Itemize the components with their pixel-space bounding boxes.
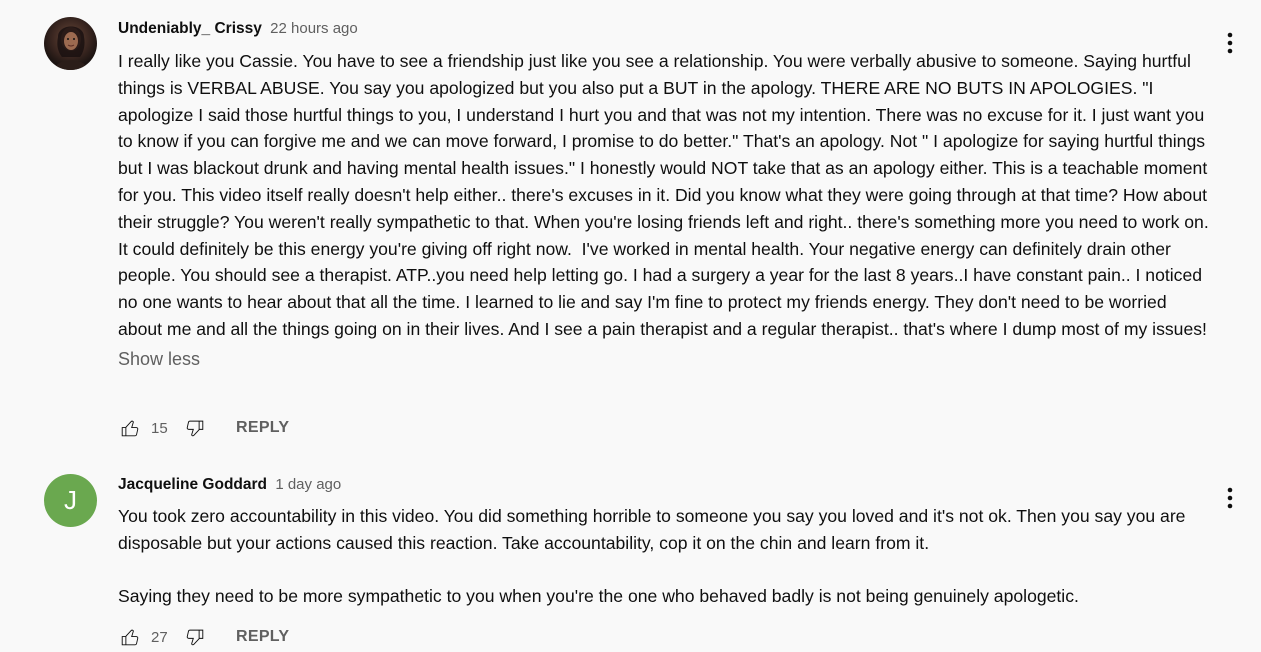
comments-section: Undeniably_ Crissy 22 hours ago I really…: [0, 0, 1261, 652]
comment-text: I really like you Cassie. You have to se…: [118, 51, 1214, 339]
thumb-up-icon[interactable]: [118, 416, 142, 440]
thumb-up-icon[interactable]: [118, 625, 142, 649]
comment-header: Undeniably_ Crissy 22 hours ago: [118, 18, 1213, 40]
thumb-down-icon[interactable]: [183, 416, 207, 440]
show-less-button[interactable]: Show less: [118, 347, 200, 371]
avatar-letter: J: [64, 485, 77, 515]
comment-text: You took zero accountability in this vid…: [118, 506, 1186, 607]
more-vert-icon[interactable]: [1218, 30, 1242, 56]
comment-action-bar: 15 REPLY: [118, 416, 289, 440]
comment-body: Undeniably_ Crissy 22 hours ago I really…: [118, 18, 1213, 371]
comment-body: Jacqueline Goddard 1 day ago You took ze…: [118, 474, 1213, 610]
comment-header: Jacqueline Goddard 1 day ago: [118, 474, 1213, 496]
avatar-photo-icon: [54, 26, 88, 70]
thumb-down-icon[interactable]: [183, 625, 207, 649]
like-count: 15: [151, 419, 168, 437]
comment-timestamp[interactable]: 1 day ago: [275, 476, 341, 493]
avatar[interactable]: J: [44, 474, 97, 527]
reply-button[interactable]: REPLY: [236, 628, 289, 646]
author-name[interactable]: Jacqueline Goddard: [118, 476, 267, 493]
comment-action-bar: 27 REPLY: [118, 625, 289, 649]
author-name[interactable]: Undeniably_ Crissy: [118, 20, 262, 37]
reply-button[interactable]: REPLY: [236, 419, 289, 437]
like-count: 27: [151, 628, 168, 646]
avatar[interactable]: [44, 17, 97, 70]
comment-timestamp[interactable]: 22 hours ago: [270, 20, 358, 37]
more-vert-icon[interactable]: [1218, 485, 1242, 511]
